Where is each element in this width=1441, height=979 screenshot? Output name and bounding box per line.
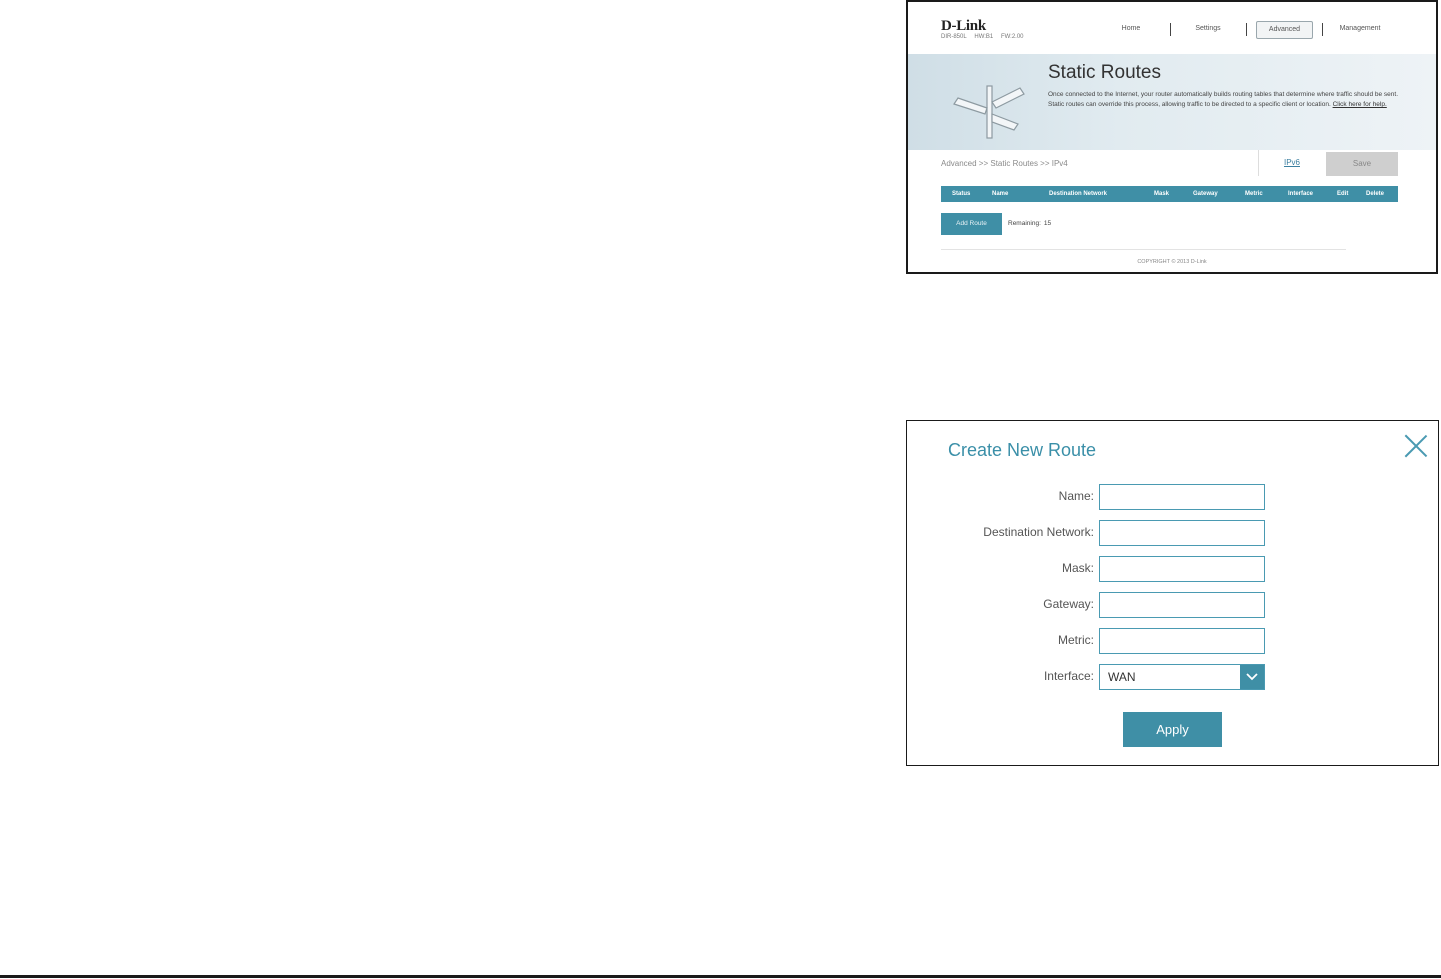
column-status: Status <box>952 191 971 197</box>
main-nav: Home Settings Advanced Management <box>908 21 1436 39</box>
footer-divider <box>941 249 1346 250</box>
column-metric: Metric <box>1245 191 1263 197</box>
mask-label: Mask: <box>1061 561 1094 575</box>
remaining-routes: Remaining: 15 <box>1008 220 1051 227</box>
column-gateway: Gateway <box>1193 191 1218 197</box>
column-mask: Mask <box>1154 191 1170 197</box>
ipv6-tab-link[interactable]: IPv6 <box>1258 150 1325 176</box>
mask-input[interactable] <box>1099 556 1265 582</box>
page-description: Once connected to the Internet, your rou… <box>1048 90 1398 110</box>
apply-button[interactable]: Apply <box>1123 712 1222 747</box>
dialog-title: Create New Route <box>948 440 1097 460</box>
nav-home[interactable]: Home <box>1115 21 1147 37</box>
page-bottom-rule <box>0 975 1441 978</box>
signpost-icon <box>953 85 1025 139</box>
top-bar: D-Link DIR-850L HW:B1 FW:2.00 Home Setti… <box>908 2 1436 54</box>
help-link[interactable]: Click here for help. <box>1333 101 1387 108</box>
interface-row: Interface: WAN <box>907 664 1438 690</box>
page-title: Static Routes <box>1048 62 1161 83</box>
remaining-count: 15 <box>1043 220 1052 227</box>
column-name: Name <box>992 191 1009 197</box>
create-route-dialog: Create New Route Name: Destination Netwo… <box>906 420 1439 766</box>
name-label: Name: <box>1058 489 1094 503</box>
nav-divider <box>1170 23 1171 36</box>
column-destination-network: Destination Network <box>1049 191 1108 197</box>
nav-settings[interactable]: Settings <box>1188 21 1228 37</box>
name-input[interactable] <box>1099 484 1265 510</box>
column-edit: Edit <box>1337 191 1349 197</box>
interface-label: Interface: <box>1043 669 1094 683</box>
gateway-input[interactable] <box>1099 592 1265 618</box>
destination-network-label: Destination Network: <box>983 525 1094 539</box>
add-route-button[interactable]: Add Route <box>941 213 1002 235</box>
gateway-label: Gateway: <box>1043 597 1094 611</box>
nav-divider <box>1246 23 1247 36</box>
nav-advanced[interactable]: Advanced <box>1256 21 1313 39</box>
destination-network-input[interactable] <box>1099 520 1265 546</box>
name-row: Name: <box>907 484 1438 510</box>
destination-network-row: Destination Network: <box>907 520 1438 546</box>
gateway-row: Gateway: <box>907 592 1438 618</box>
copyright-text: COPYRIGHT © 2013 D-Link <box>1137 259 1207 265</box>
interface-selected-value: WAN <box>1108 670 1136 684</box>
column-interface: Interface <box>1288 191 1314 197</box>
routes-table-header: Status Name Destination Network Mask Gat… <box>941 186 1398 202</box>
chevron-down-icon <box>1246 673 1258 681</box>
column-delete: Delete <box>1366 191 1385 197</box>
metric-label: Metric: <box>1058 633 1094 647</box>
metric-input[interactable] <box>1099 628 1265 654</box>
router-static-routes-screenshot: D-Link DIR-850L HW:B1 FW:2.00 Home Setti… <box>906 0 1438 274</box>
interface-select[interactable]: WAN <box>1099 664 1265 690</box>
dropdown-arrow[interactable] <box>1240 665 1264 689</box>
mask-row: Mask: <box>907 556 1438 582</box>
close-icon[interactable] <box>1404 434 1428 458</box>
nav-divider <box>1322 23 1323 36</box>
breadcrumb: Advanced >> Static Routes >> IPv4 <box>941 159 1068 168</box>
metric-row: Metric: <box>907 628 1438 654</box>
save-button[interactable]: Save <box>1326 152 1398 176</box>
page-header: Static Routes Once connected to the Inte… <box>908 54 1436 150</box>
remaining-label: Remaining: <box>1008 220 1041 227</box>
nav-management[interactable]: Management <box>1335 21 1385 37</box>
